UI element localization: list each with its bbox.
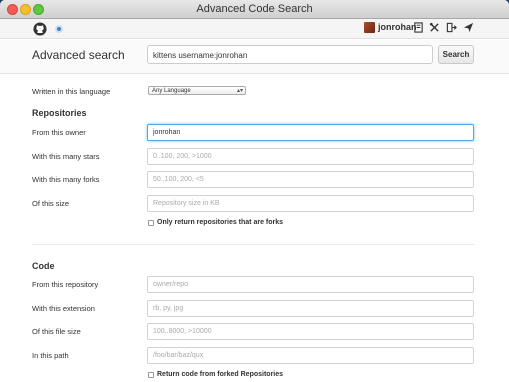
- search-bar-row: Advanced search kittens username:jonroha…: [0, 40, 509, 74]
- page-title: Advanced search: [32, 48, 125, 62]
- language-select-value: Any Language: [152, 88, 191, 94]
- settings-icon[interactable]: [429, 22, 440, 33]
- select-arrows-icon: ▴▾: [236, 88, 243, 94]
- repo-label: From this repository: [32, 280, 99, 289]
- app-window: Advanced Code Search jonrohan Advanced s…: [0, 0, 509, 382]
- repositories-section-title: Repositories: [32, 108, 87, 118]
- forked-code-label: Return code from forked Repositories: [157, 371, 284, 378]
- title-bar: Advanced Code Search: [0, 0, 509, 19]
- language-label: Written in this language: [32, 87, 111, 96]
- forks-only-label: Only return repositories that are forks: [157, 219, 284, 226]
- github-octocat-icon[interactable]: [33, 22, 47, 36]
- section-divider: [32, 244, 474, 245]
- notifications-icon[interactable]: [463, 22, 474, 33]
- forks-only-checkbox[interactable]: [148, 220, 154, 226]
- sign-out-icon[interactable]: [446, 22, 457, 33]
- username-link[interactable]: jonrohan: [378, 22, 417, 32]
- repo-input[interactable]: owner/repo: [147, 276, 474, 293]
- size-input[interactable]: Repository size in KB: [147, 195, 474, 212]
- site-header: jonrohan: [0, 19, 509, 39]
- forks-label: With this many forks: [32, 175, 100, 184]
- path-label: In this path: [32, 351, 69, 360]
- window-title: Advanced Code Search: [196, 3, 313, 15]
- search-query-input[interactable]: kittens username:jonrohan: [147, 45, 433, 64]
- stars-label: With this many stars: [32, 152, 100, 161]
- extension-label: With this extension: [32, 304, 95, 313]
- file-size-label: Of this file size: [32, 327, 81, 336]
- status-indicator: [55, 25, 63, 33]
- search-button[interactable]: Search: [438, 45, 474, 64]
- extension-input[interactable]: rb, py, jpg: [147, 300, 474, 317]
- new-repo-icon[interactable]: [413, 22, 424, 33]
- owner-label: From this owner: [32, 128, 86, 137]
- avatar[interactable]: [364, 22, 375, 33]
- language-select[interactable]: Any Language ▴▾: [148, 86, 246, 95]
- size-label: Of this size: [32, 199, 70, 208]
- forked-code-checkbox[interactable]: [148, 372, 154, 378]
- stars-input[interactable]: 0..100, 200, >1000: [147, 148, 474, 165]
- forks-input[interactable]: 50..100, 200, <5: [147, 171, 474, 188]
- owner-input[interactable]: jonrohan: [147, 124, 474, 141]
- file-size-input[interactable]: 100..8000, >10000: [147, 323, 474, 340]
- path-input[interactable]: /foo/bar/baz/qux: [147, 347, 474, 364]
- code-section-title: Code: [32, 261, 55, 271]
